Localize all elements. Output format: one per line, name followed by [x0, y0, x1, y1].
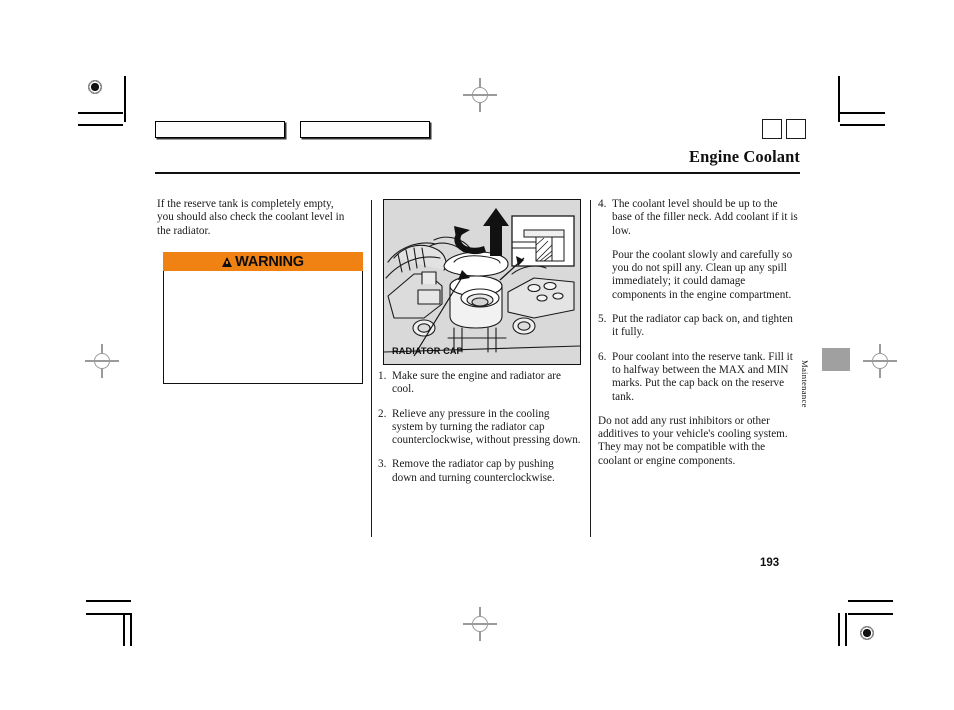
crop-mark — [78, 112, 123, 114]
list-item: 4. The coolant level should be up to the… — [598, 198, 798, 238]
registration-crosshair-icon-right — [863, 344, 897, 378]
warning-header: WARNING — [163, 252, 363, 271]
warning-body — [163, 271, 363, 384]
step-number: 6. — [598, 350, 607, 363]
header-box-2 — [786, 119, 806, 139]
crop-mark — [838, 76, 840, 122]
header-box-1 — [762, 119, 782, 139]
page-number: 193 — [760, 557, 780, 569]
crop-mark — [845, 613, 847, 646]
registration-crosshair-icon-left — [85, 344, 119, 378]
step-text: The coolant level should be up to the ba… — [612, 198, 798, 237]
section-tab-label: Maintenance — [800, 360, 810, 408]
step-number: 5. — [598, 313, 607, 326]
left-column: If the reserve tank is completely empty,… — [157, 198, 345, 249]
registration-crosshair-icon-bottom — [463, 607, 497, 641]
crop-mark — [124, 76, 126, 122]
crop-mark — [838, 613, 840, 646]
step-number: 4. — [598, 198, 607, 210]
page-title: Engine Coolant — [689, 147, 800, 166]
warning-label: WARNING — [235, 253, 304, 270]
list-item: 3. Remove the radiator cap by pushing do… — [378, 458, 581, 485]
crop-mark — [78, 124, 123, 126]
closing-note: Do not add any rust inhibitors or other … — [598, 414, 788, 467]
radiator-cap-illustration — [383, 199, 581, 365]
figure-caption: RADIATOR CAP — [392, 346, 463, 356]
header-marker-boxes — [762, 119, 806, 139]
list-item: 6. Pour coolant into the reserve tank. F… — [598, 351, 798, 404]
intro-paragraph: If the reserve tank is completely empty,… — [157, 198, 345, 237]
registration-target-icon-top-left — [85, 77, 105, 97]
crop-mark — [848, 613, 893, 615]
middle-column: 1. Make sure the engine and radiator are… — [378, 370, 581, 496]
step-text: Relieve any pressure in the cooling syst… — [392, 407, 581, 447]
crop-mark — [840, 124, 885, 126]
step4-note: Pour the coolant slowly and carefully so… — [612, 248, 793, 301]
list-item: 2. Relieve any pressure in the cooling s… — [378, 408, 581, 448]
warning-box: WARNING — [163, 252, 363, 384]
column-divider-left — [371, 200, 373, 537]
manual-page: Engine Coolant If the reserve tank is co… — [0, 0, 954, 710]
list-item: 5. Put the radiator cap back on, and tig… — [598, 313, 798, 340]
right-column: 4. The coolant level should be up to the… — [598, 198, 798, 479]
warning-triangle-icon — [222, 256, 233, 267]
right-steps-list: 4. The coolant level should be up to the… — [598, 198, 798, 238]
right-steps-list-2: 5. Put the radiator cap back on, and tig… — [598, 313, 798, 404]
middle-steps-list: 1. Make sure the engine and radiator are… — [378, 370, 581, 485]
crop-mark — [86, 600, 131, 602]
crop-mark — [123, 613, 125, 646]
step-text: Remove the radiator cap by pushing down … — [392, 458, 555, 484]
crop-mark — [130, 613, 132, 646]
step-text: Put the radiator cap back on, and tighte… — [612, 313, 793, 339]
list-item: 1. Make sure the engine and radiator are… — [378, 370, 581, 397]
title-divider-rule — [155, 172, 800, 174]
section-tab-marker — [822, 348, 850, 371]
step-number: 3. — [378, 458, 387, 471]
crop-mark — [840, 112, 885, 114]
print-color-bar-2 — [300, 121, 430, 138]
registration-target-icon-bottom-right — [857, 623, 877, 643]
step-number: 2. — [378, 407, 387, 420]
registration-crosshair-icon-top — [463, 78, 497, 112]
step-number: 1. — [378, 370, 387, 382]
column-divider-right — [590, 200, 592, 537]
step-text: Make sure the engine and radiator are co… — [392, 370, 561, 396]
crop-mark — [848, 600, 893, 602]
step-text: Pour coolant into the reserve tank. Fill… — [612, 350, 793, 403]
print-color-bar-1 — [155, 121, 285, 138]
